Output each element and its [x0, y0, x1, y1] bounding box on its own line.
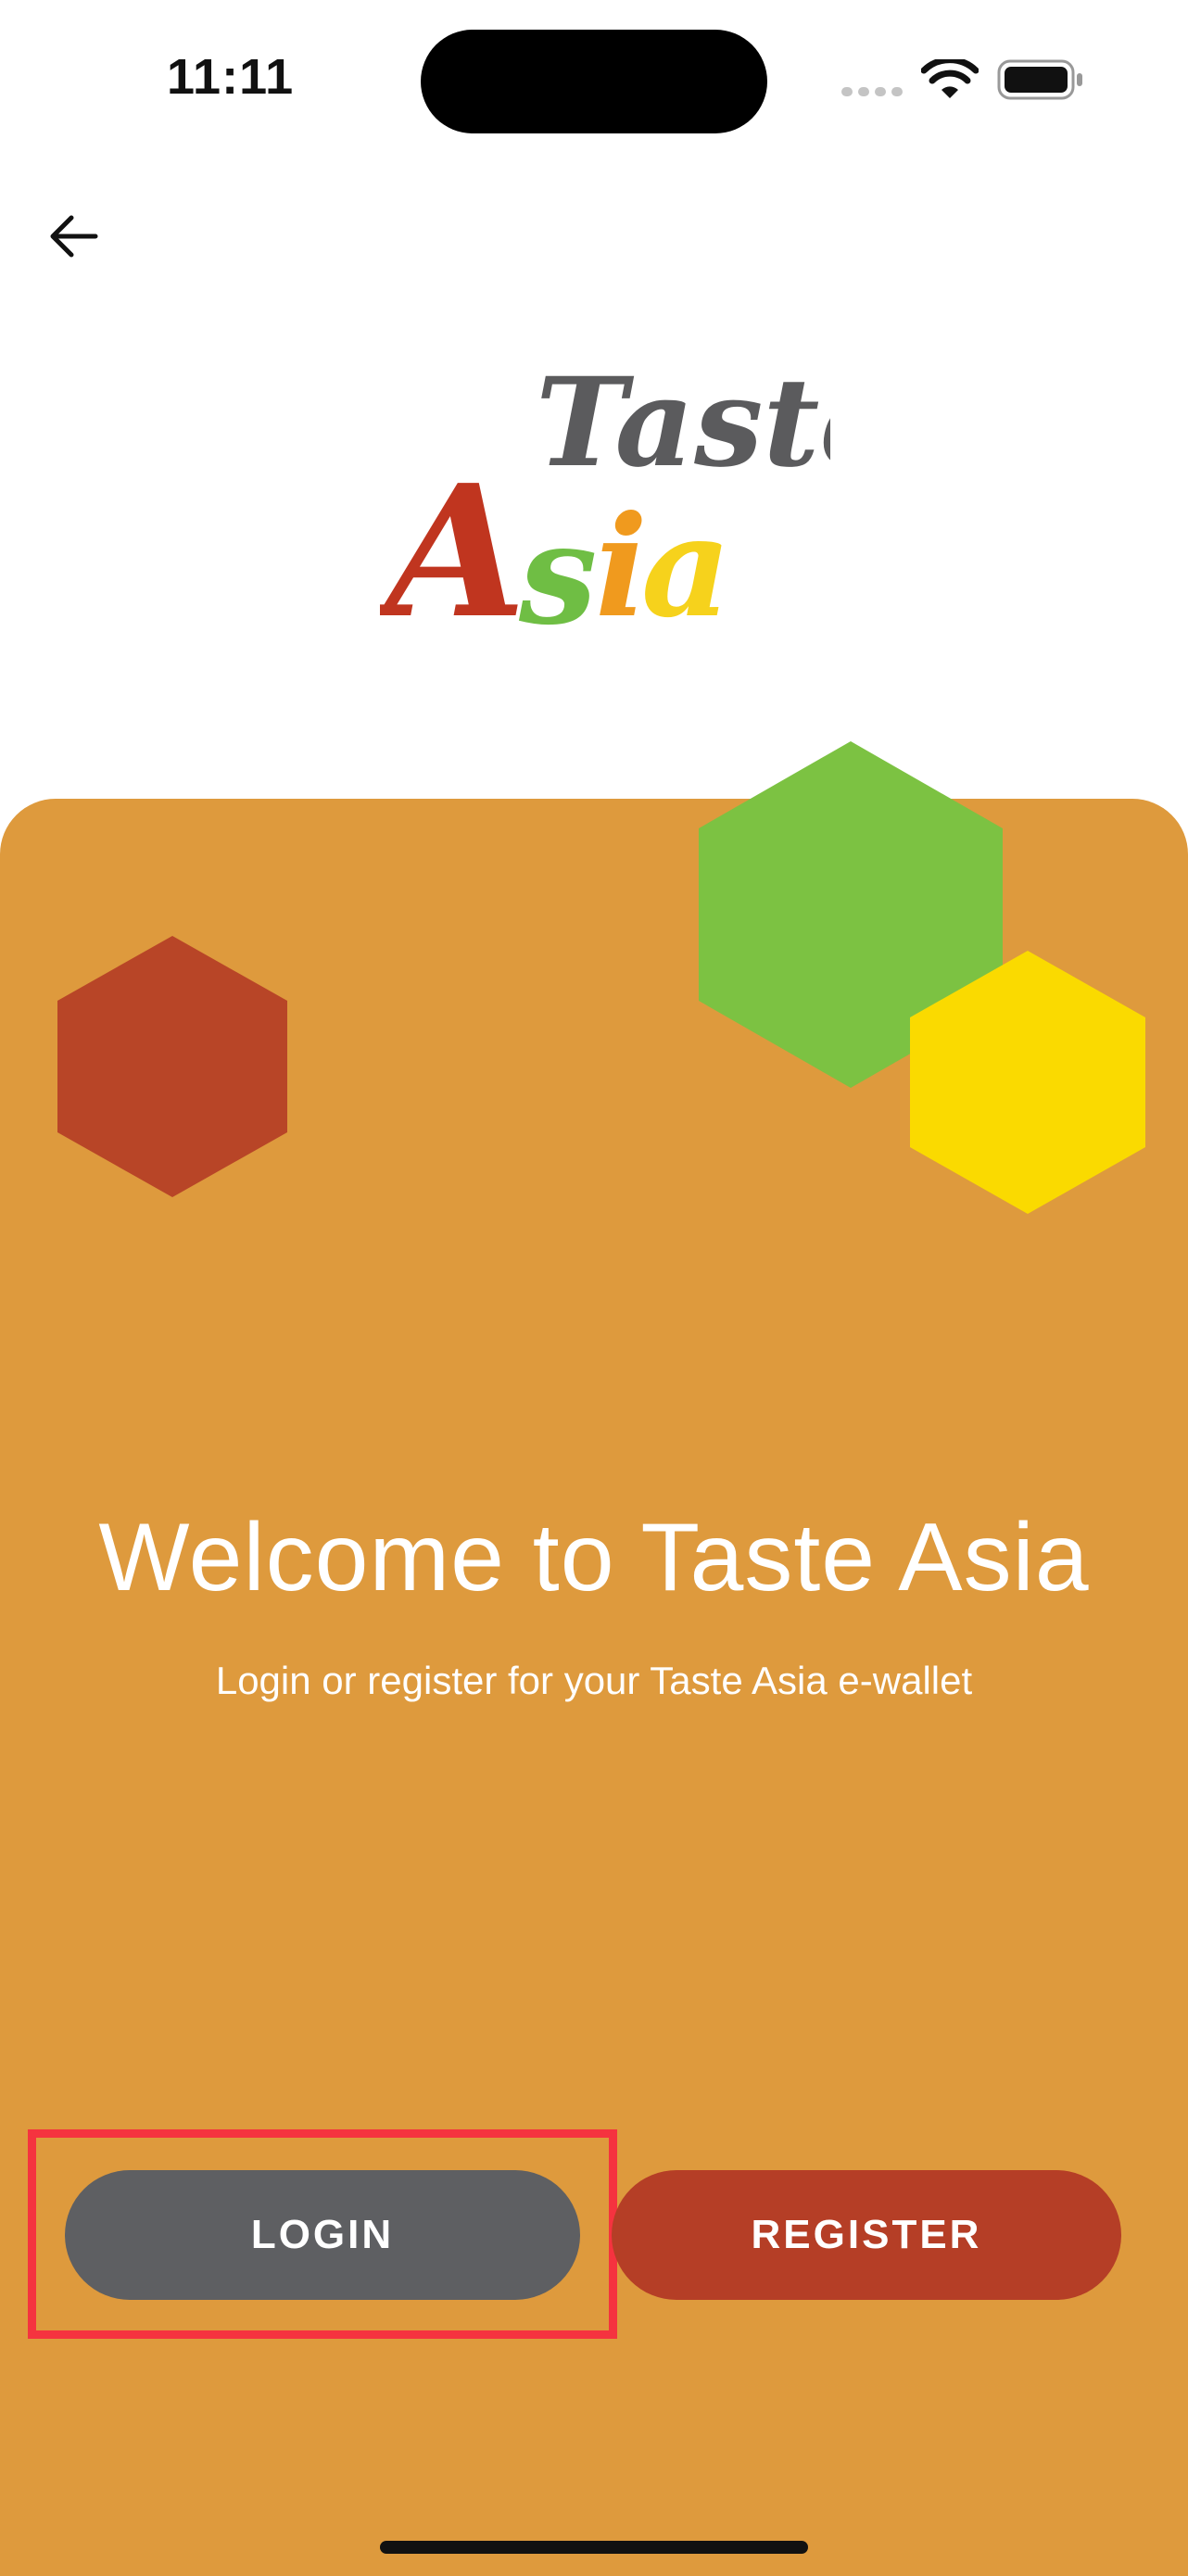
taste-asia-logo: Taste A s i a: [380, 351, 830, 654]
yellow-hexagon-decoration: [910, 951, 1145, 1214]
dynamic-island: [421, 30, 767, 133]
red-hexagon-decoration: [57, 936, 287, 1197]
svg-text:s: s: [518, 493, 597, 654]
welcome-subtitle: Login or register for your Taste Asia e-…: [215, 1659, 973, 1702]
home-indicator: [380, 2541, 808, 2554]
login-button[interactable]: LOGIN: [65, 2170, 580, 2300]
svg-text:A: A: [380, 446, 526, 654]
svg-text:i: i: [595, 486, 648, 649]
welcome-title: Welcome to Taste Asia: [98, 1504, 1090, 1611]
status-time: 11:11: [167, 49, 295, 105]
svg-text:Taste: Taste: [536, 351, 830, 495]
svg-text:a: a: [641, 486, 731, 649]
cellular-signal-icon: [841, 87, 903, 96]
register-button[interactable]: REGISTER: [612, 2170, 1121, 2300]
battery-icon: [997, 59, 1082, 100]
wifi-icon: [921, 59, 979, 98]
back-button[interactable]: [43, 206, 104, 267]
arrow-left-icon: [50, 215, 98, 258]
